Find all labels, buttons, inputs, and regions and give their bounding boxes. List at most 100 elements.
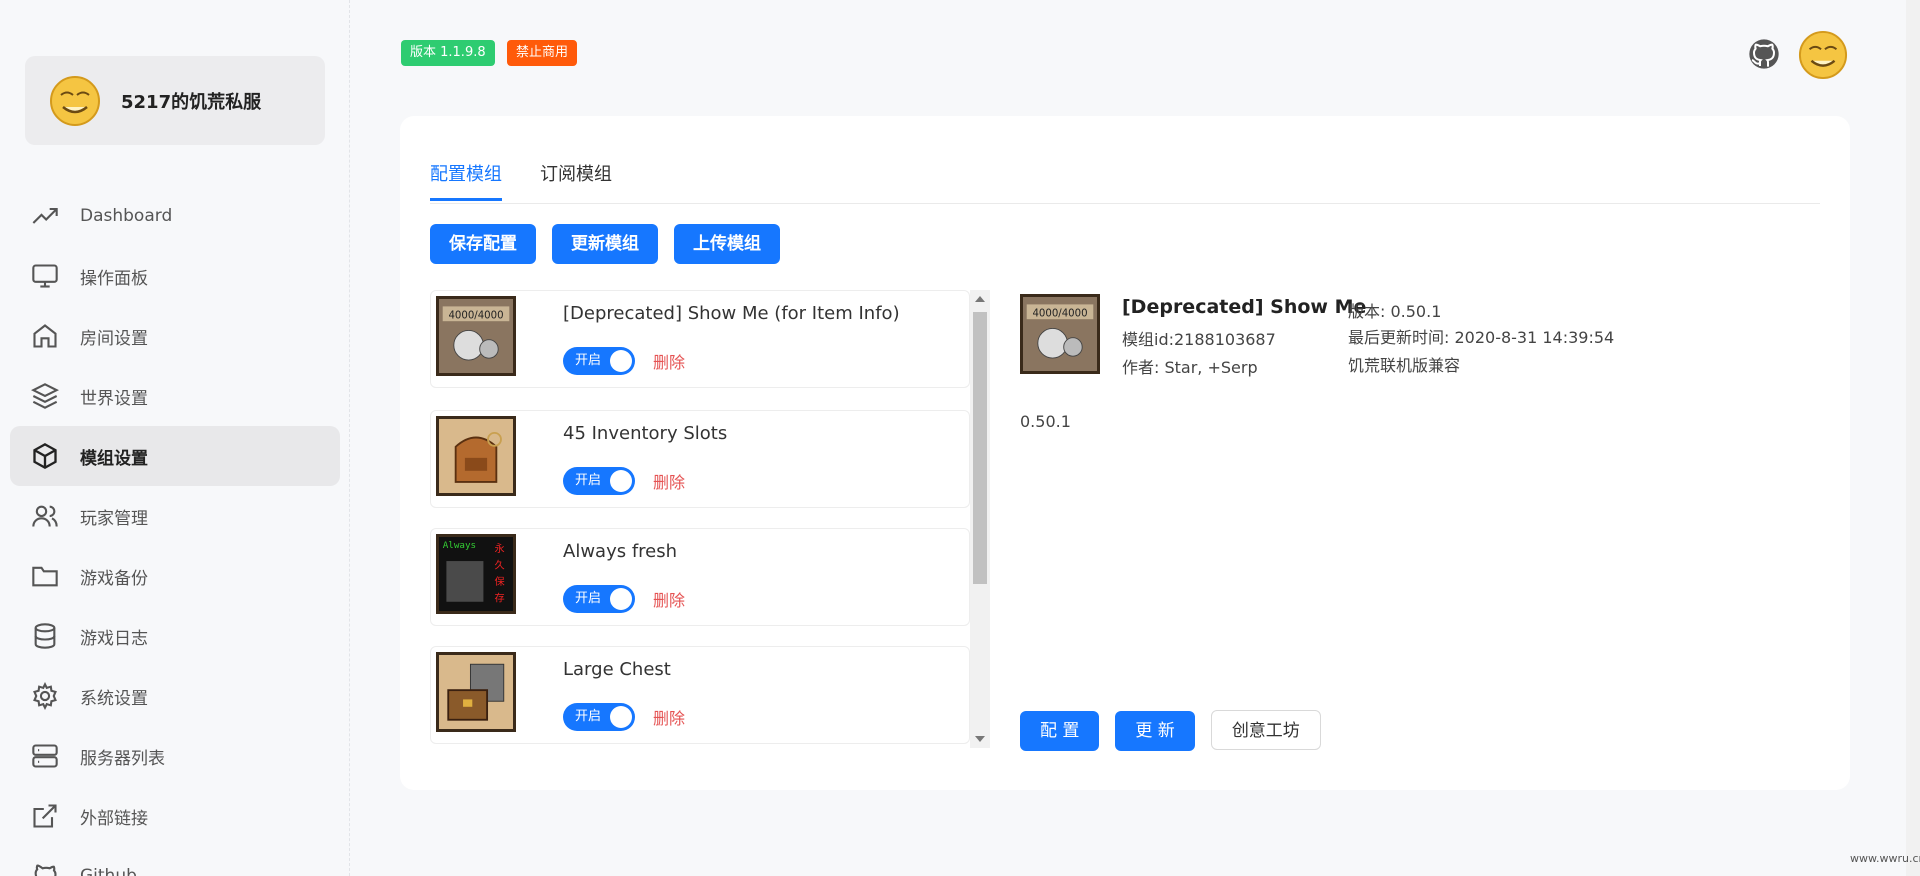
github-icon[interactable] — [1748, 38, 1780, 70]
mod-thumbnail — [436, 652, 516, 732]
mod-title: [Deprecated] Show Me (for Item Info) — [563, 303, 900, 324]
enable-toggle[interactable]: 开启 — [563, 347, 635, 375]
avatar — [50, 75, 100, 126]
github-icon — [30, 861, 60, 876]
delete-link[interactable]: 删除 — [653, 349, 685, 373]
detail-actions: 配 置更 新创意工坊 — [1020, 710, 1337, 751]
sidebar-item-label: 操作面板 — [80, 268, 148, 289]
mod-thumbnail: Always 永 久 保 存 — [436, 534, 516, 614]
mod-title: Large Chest — [563, 659, 671, 680]
detail-mod-thumbnail: 4000/4000 — [1020, 294, 1100, 374]
no-commercial-badge: 禁止商用 — [507, 40, 578, 66]
monitor-icon — [30, 261, 60, 291]
cube-icon — [30, 441, 60, 471]
svg-text:4000/4000: 4000/4000 — [448, 310, 503, 321]
sidebar-item-logs[interactable]: 游戏日志 — [10, 606, 340, 666]
svg-text:永: 永 — [495, 542, 505, 555]
sidebar-item-github[interactable]: Github — [10, 846, 340, 876]
user-avatar[interactable] — [1798, 30, 1848, 80]
sidebar-item-label: 玩家管理 — [80, 508, 148, 529]
delete-link[interactable]: 删除 — [653, 469, 685, 493]
sidebar-item-world-settings[interactable]: 世界设置 — [10, 366, 340, 426]
sidebar-item-label: 游戏日志 — [80, 628, 148, 649]
sidebar-item-players[interactable]: 玩家管理 — [10, 486, 340, 546]
version-badge: 版本 1.1.9.8 — [401, 40, 495, 66]
toolbar: 保存配置 更新模组 上传模组 — [430, 224, 796, 264]
sidebar: 5217的饥荒私服 Dashboard 操作面板 房间设置 世界设置 模组设置 … — [0, 0, 350, 876]
scrollbar-thumb[interactable] — [973, 312, 987, 584]
save-config-button[interactable]: 保存配置 — [430, 224, 536, 264]
sidebar-item-label: 游戏备份 — [80, 568, 148, 589]
list-item[interactable]: Always 永 久 保 存 Always fresh 开启 删除 — [430, 528, 970, 626]
sidebar-item-label: Dashboard — [80, 206, 173, 226]
external-link-icon — [30, 801, 60, 831]
sidebar-item-backup[interactable]: 游戏备份 — [10, 546, 340, 606]
scroll-down-arrow-icon[interactable] — [975, 736, 985, 742]
svg-text:4000/4000: 4000/4000 — [1032, 308, 1087, 319]
layers-icon — [30, 381, 60, 411]
sidebar-item-external-links[interactable]: 外部链接 — [10, 786, 340, 846]
svg-text:久: 久 — [495, 559, 505, 571]
delete-link[interactable]: 删除 — [653, 587, 685, 611]
enable-toggle[interactable]: 开启 — [563, 703, 635, 731]
svg-text:Always: Always — [443, 540, 476, 551]
sidebar-nav: Dashboard 操作面板 房间设置 世界设置 模组设置 玩家管理 游戏备份 — [10, 186, 340, 876]
delete-link[interactable]: 删除 — [653, 705, 685, 729]
trending-up-icon — [30, 201, 60, 231]
sidebar-item-label: Github — [80, 866, 137, 876]
detail-description: 0.50.1 — [1020, 412, 1071, 431]
list-item[interactable]: 4000/4000 [Deprecated] Show Me (for Item… — [430, 290, 970, 388]
sidebar-item-server-list[interactable]: 服务器列表 — [10, 726, 340, 786]
detail-author: 作者: Star, +Serp — [1122, 358, 1258, 377]
sidebar-item-label: 外部链接 — [80, 808, 148, 829]
detail-mod-id: 模组id:2188103687 — [1122, 330, 1276, 349]
users-icon — [30, 501, 60, 531]
list-item[interactable]: 45 Inventory Slots 开启 删除 — [430, 410, 970, 508]
sidebar-item-label: 世界设置 — [80, 388, 148, 409]
toggle-label: 开启 — [575, 473, 602, 488]
detail-last-update: 最后更新时间: 2020-8-31 14:39:54 — [1348, 328, 1615, 347]
sidebar-item-dashboard[interactable]: Dashboard — [10, 186, 340, 246]
watermark: www.wwru.cn — [1850, 852, 1920, 865]
toggle-label: 开启 — [575, 709, 602, 724]
sidebar-item-system-settings[interactable]: 系统设置 — [10, 666, 340, 726]
sidebar-item-mod-settings[interactable]: 模组设置 — [10, 426, 340, 486]
enable-toggle[interactable]: 开启 — [563, 585, 635, 613]
workshop-button[interactable]: 创意工坊 — [1210, 710, 1321, 750]
page-scrollbar[interactable] — [1906, 0, 1920, 876]
tab-subscribe-mods[interactable]: 订阅模组 — [540, 160, 612, 198]
toggle-label: 开启 — [575, 591, 602, 606]
svg-text:保: 保 — [495, 575, 505, 588]
tab-bar: 配置模组 订阅模组 — [430, 160, 1820, 204]
svg-text:存: 存 — [495, 592, 505, 605]
tab-config-mods[interactable]: 配置模组 — [430, 160, 502, 201]
configure-button[interactable]: 配 置 — [1020, 711, 1100, 751]
update-mods-button[interactable]: 更新模组 — [552, 224, 658, 264]
detail-version: 版本: 0.50.1 — [1348, 302, 1442, 321]
mod-list: 4000/4000 [Deprecated] Show Me (for Item… — [430, 290, 970, 748]
scroll-up-arrow-icon[interactable] — [975, 296, 985, 302]
database-icon — [30, 621, 60, 651]
mod-title: Always fresh — [563, 541, 678, 562]
sidebar-item-label: 系统设置 — [80, 688, 148, 709]
toggle-label: 开启 — [575, 353, 602, 368]
mod-title: 45 Inventory Slots — [563, 423, 728, 444]
gear-icon — [30, 681, 60, 711]
sidebar-item-label: 服务器列表 — [80, 748, 165, 769]
brand-card[interactable]: 5217的饥荒私服 — [25, 56, 325, 145]
sidebar-item-label: 房间设置 — [80, 328, 148, 349]
mod-list-scrollbar[interactable] — [970, 290, 990, 748]
folder-icon — [30, 561, 60, 591]
server-icon — [30, 741, 60, 771]
sidebar-item-control-panel[interactable]: 操作面板 — [10, 246, 340, 306]
mod-settings-card: 配置模组 订阅模组 保存配置 更新模组 上传模组 4000/4000 [Deprec… — [400, 116, 1850, 790]
enable-toggle[interactable]: 开启 — [563, 467, 635, 495]
list-item[interactable]: Large Chest 开启 删除 — [430, 646, 970, 744]
detail-mod-name: [Deprecated] Show Me — [1122, 296, 1367, 318]
sidebar-item-room-settings[interactable]: 房间设置 — [10, 306, 340, 366]
upload-mods-button[interactable]: 上传模组 — [674, 224, 780, 264]
update-button[interactable]: 更 新 — [1115, 711, 1195, 751]
home-icon — [30, 321, 60, 351]
mod-thumbnail — [436, 416, 516, 496]
brand-name: 5217的饥荒私服 — [121, 91, 262, 113]
